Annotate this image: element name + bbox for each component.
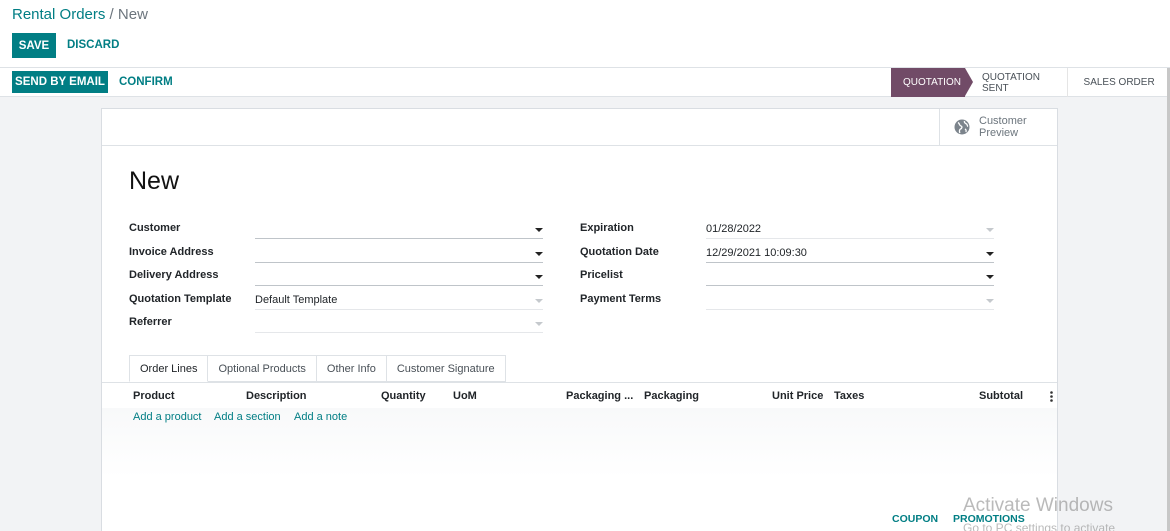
column-subtotal[interactable]: Subtotal [979, 390, 1023, 402]
breadcrumb: Rental Orders / New [12, 6, 148, 23]
order-lines-body: Add a product Add a section Add a note [102, 408, 1057, 478]
document-title: New [129, 167, 180, 195]
pricelist-field[interactable] [706, 268, 994, 286]
column-product[interactable]: Product [133, 390, 175, 402]
coupon-button[interactable]: COUPON [892, 513, 938, 525]
invoice-address-field[interactable] [255, 245, 543, 263]
globe-icon [954, 119, 970, 135]
chevron-down-icon[interactable] [986, 299, 994, 303]
discard-button[interactable]: DISCARD [67, 39, 119, 51]
payment-terms-field[interactable] [706, 292, 994, 310]
activate-windows-title: Activate Windows [963, 495, 1113, 516]
payment-terms-label: Payment Terms [580, 293, 662, 305]
quotation-template-field[interactable]: Default Template [255, 292, 543, 310]
chevron-down-icon[interactable] [535, 322, 543, 326]
chevron-down-icon[interactable] [986, 275, 994, 279]
stage-quotation-sent[interactable]: QUOTATION SENT [965, 68, 1068, 97]
chevron-down-icon[interactable] [535, 228, 543, 232]
column-packaging[interactable]: Packaging [644, 390, 699, 402]
customer-field[interactable] [255, 221, 543, 239]
chevron-down-icon[interactable] [535, 252, 543, 256]
status-bar: SEND BY EMAIL CONFIRM QUOTATION QUOTATIO… [0, 68, 1170, 97]
breadcrumb-current: New [117, 6, 148, 23]
quotation-template-label: Quotation Template [129, 293, 232, 305]
delivery-address-field[interactable] [255, 268, 543, 286]
column-taxes[interactable]: Taxes [834, 390, 864, 402]
add-note-link[interactable]: Add a note [294, 411, 347, 423]
chevron-down-icon[interactable] [986, 252, 994, 256]
form-sheet: Customer Preview New Customer Invoice Ad… [101, 108, 1058, 531]
column-unit-price[interactable]: Unit Price [772, 390, 823, 402]
quotation-date-field[interactable]: 12/29/2021 10:09:30 [706, 245, 994, 263]
tab-customer-signature[interactable]: Customer Signature [386, 355, 506, 382]
column-uom[interactable]: UoM [453, 390, 477, 402]
customer-label: Customer [129, 222, 181, 234]
quotation-date-label: Quotation Date [580, 246, 659, 258]
column-quantity[interactable]: Quantity [381, 390, 426, 402]
save-button[interactable]: SAVE [12, 33, 56, 58]
stage-pipeline: QUOTATION QUOTATION SENT SALES ORDER [0, 68, 1170, 97]
kebab-menu-icon[interactable] [1050, 391, 1053, 402]
button-box: Customer Preview [102, 109, 1057, 146]
stage-sales-order[interactable]: SALES ORDER [1068, 68, 1170, 97]
invoice-address-label: Invoice Address [129, 246, 214, 258]
stage-quotation[interactable]: QUOTATION [891, 68, 973, 97]
pricelist-label: Pricelist [580, 269, 623, 281]
referrer-label: Referrer [129, 316, 172, 328]
customer-preview-button[interactable]: Customer Preview [939, 109, 1057, 145]
chevron-down-icon[interactable] [535, 275, 543, 279]
notebook-tabs: Order Lines Optional Products Other Info… [129, 355, 506, 382]
control-panel: Rental Orders / New SAVE DISCARD [0, 0, 1170, 68]
activate-windows-subtitle: Go to PC settings to activate Windows. [963, 521, 1116, 531]
customer-preview-label: Customer Preview [979, 115, 1027, 139]
chevron-down-icon[interactable] [986, 228, 994, 232]
tab-optional-products[interactable]: Optional Products [208, 355, 317, 382]
add-product-link[interactable]: Add a product [133, 411, 202, 423]
order-lines-header: Product Description Quantity UoM Packagi… [102, 382, 1057, 408]
chevron-down-icon[interactable] [535, 299, 543, 303]
column-packaging-qty[interactable]: Packaging ... [566, 390, 633, 402]
delivery-address-label: Delivery Address [129, 269, 219, 281]
breadcrumb-separator: / [105, 6, 118, 23]
breadcrumb-rental-orders[interactable]: Rental Orders [12, 6, 105, 23]
referrer-field[interactable] [255, 315, 543, 333]
expiration-field[interactable]: 01/28/2022 [706, 221, 994, 239]
tab-other-info[interactable]: Other Info [316, 355, 387, 382]
column-description[interactable]: Description [246, 390, 307, 402]
tab-order-lines[interactable]: Order Lines [129, 355, 209, 382]
add-section-link[interactable]: Add a section [214, 411, 281, 423]
expiration-label: Expiration [580, 222, 634, 234]
